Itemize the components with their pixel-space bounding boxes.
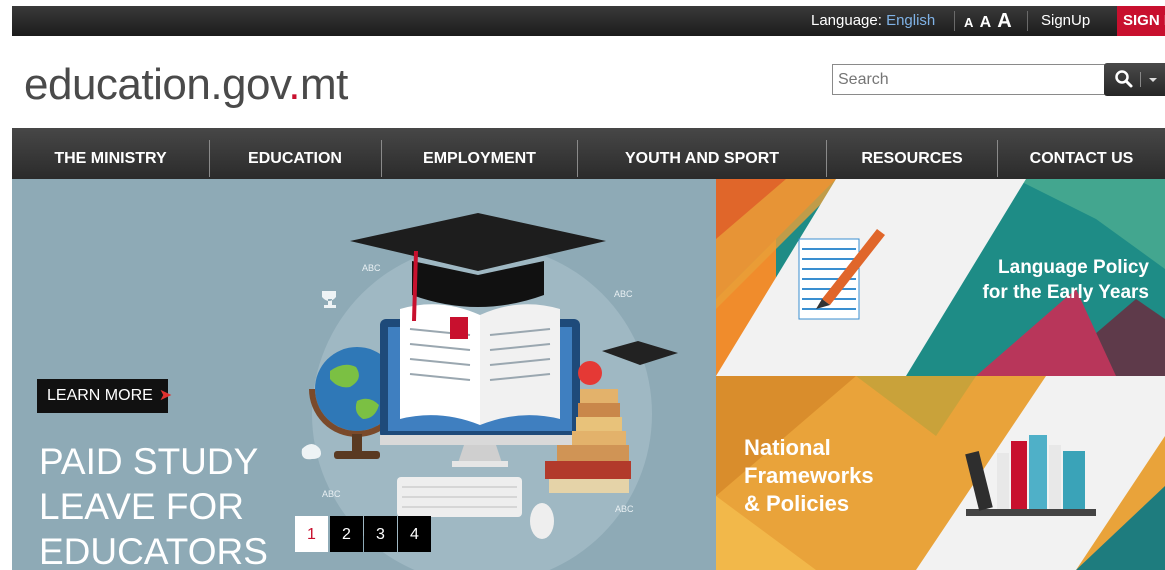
decor-abc: ABC [362,263,381,273]
signup-link[interactable]: SignUp [1041,6,1090,36]
site-logo[interactable]: education.gov.mt [24,60,348,110]
logo-text-main: education.gov [24,60,289,109]
notebook-pen-icon [798,229,885,320]
headline-line: PAID STUDY [39,441,259,482]
tile-line: Frameworks [744,463,874,488]
headline-line: EDUCATORS [39,531,268,570]
search-input[interactable] [832,64,1105,95]
logo-dot: . [288,60,300,109]
decor-abc: ABC [322,489,341,499]
trophy-icon [322,291,336,308]
hero-slider[interactable]: ABC ABC ABC ABC LEARN MORE ➤ PAID STUDY L… [12,179,716,570]
divider [1140,72,1141,87]
decor-abc: ABC [614,289,633,299]
nav-item-resources[interactable]: RESOURCES [827,128,997,179]
nav-item-youth-and-sport[interactable]: YOUTH AND SPORT [578,128,826,179]
tile-line: Language Policy [998,257,1149,278]
divider [954,11,955,31]
font-size-small-button[interactable]: A [964,15,973,30]
search-button[interactable] [1104,63,1165,96]
main-nav: THE MINISTRY EDUCATION EMPLOYMENT YOUTH … [12,128,1165,179]
divider [1027,11,1028,31]
logo-text-tld: mt [299,60,348,109]
national-frameworks-title: National Frameworks & Policies [744,434,874,518]
slide-2-button[interactable]: 2 [330,516,363,552]
language-label: Language: [811,12,882,29]
decor-abc: ABC [615,504,634,514]
nav-item-education[interactable]: EDUCATION [210,128,380,179]
language-policy-tile[interactable]: Language Policy for the Early Years [716,179,1165,376]
font-size-controls: A A A [964,6,1014,36]
open-book-icon [400,304,560,425]
headline-line: LEAVE FOR [39,486,244,527]
slide-1-button[interactable]: 1 [295,516,328,552]
chevron-down-icon[interactable] [1149,78,1157,82]
top-utility-bar: Language: English A A A SignUp SIGN IN [12,6,1165,36]
language-selector[interactable]: Language: English [811,6,935,36]
font-size-medium-button[interactable]: A [980,14,992,31]
search-icon [1115,70,1133,88]
learn-more-label: LEARN MORE [47,387,153,404]
nav-item-employment[interactable]: EMPLOYMENT [382,128,577,179]
mouse-icon [530,503,554,539]
language-value[interactable]: English [886,12,935,29]
slide-3-button[interactable]: 3 [364,516,397,552]
nav-item-contact-us[interactable]: CONTACT US [998,128,1165,179]
nav-item-the-ministry[interactable]: THE MINISTRY [12,128,209,179]
tile-line: for the Early Years [982,282,1149,303]
learn-more-button[interactable]: LEARN MORE ➤ [37,379,172,413]
font-size-large-button[interactable]: A [997,10,1011,32]
chevron-right-icon: ➤ [158,387,173,404]
national-frameworks-tile[interactable]: National Frameworks & Policies [716,376,1165,570]
slide-4-button[interactable]: 4 [398,516,431,552]
language-policy-title: Language Policy for the Early Years [974,255,1149,305]
tile-line: & Policies [744,491,850,516]
bookshelf-icon [965,435,1096,516]
tile-line: National [744,435,831,460]
signin-button[interactable]: SIGN IN [1117,6,1165,36]
hero-headline: PAID STUDY LEAVE FOR EDUCATORS [39,439,268,570]
